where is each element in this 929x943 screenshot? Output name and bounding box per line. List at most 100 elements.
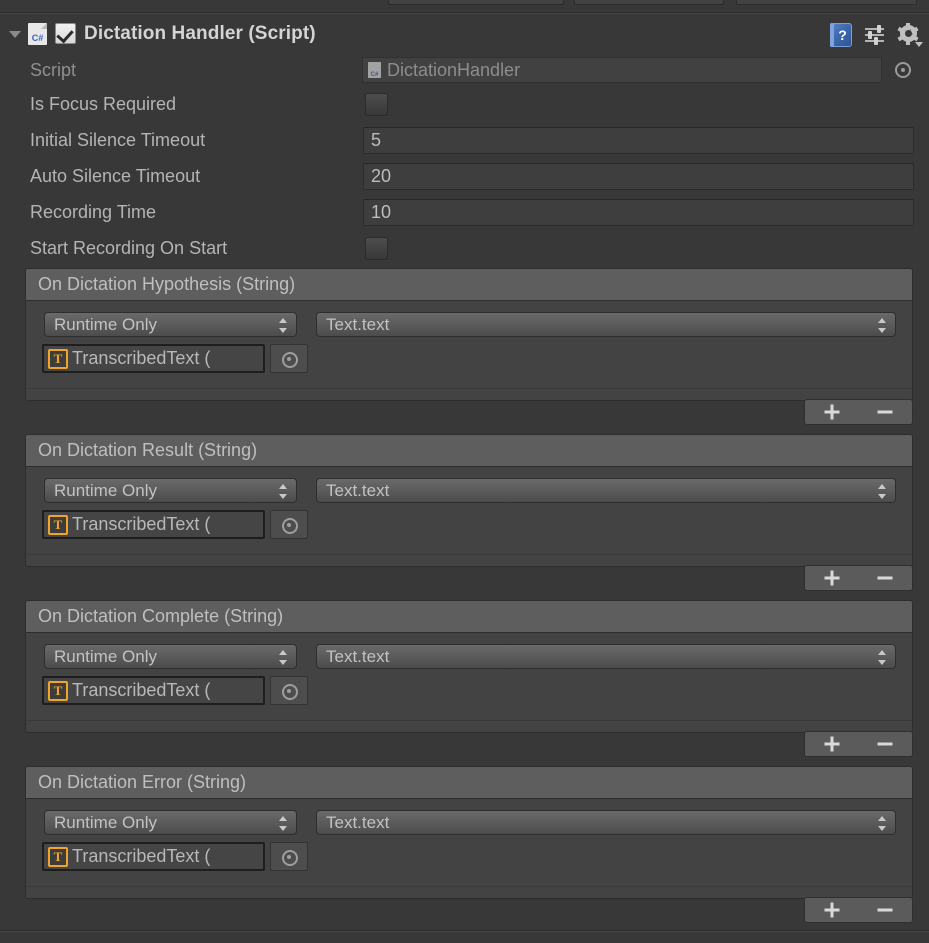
event-mode-label: Runtime Only <box>54 314 157 334</box>
event-target-picker-icon[interactable] <box>270 344 308 373</box>
chevron-updown-icon <box>279 815 288 832</box>
property-label-start-recording-on-start: Start Recording On Start <box>30 237 228 258</box>
remove-listener-button[interactable] <box>859 566 913 590</box>
event-mode-dropdown[interactable]: Runtime Only <box>44 478 297 503</box>
chevron-updown-icon <box>878 649 887 666</box>
event-body: Runtime Only Text.text T TranscribedText… <box>26 467 912 554</box>
event-block-on-dictation-hypothesis: On Dictation Hypothesis (String) Runtime… <box>25 268 913 401</box>
input-recording-time[interactable]: 10 <box>363 198 914 226</box>
event-target-object-field[interactable]: T TranscribedText ( <box>42 344 265 373</box>
help-icon[interactable]: ? <box>830 23 852 47</box>
property-row-is-focus-required: Is Focus Required <box>0 86 929 122</box>
cutoff-field-2 <box>574 0 724 5</box>
preset-knob-1 <box>877 25 881 33</box>
event-title: On Dictation Hypothesis (String) <box>26 269 912 301</box>
preset-line-1 <box>865 28 884 30</box>
text-component-icon: T <box>48 348 68 369</box>
add-listener-button[interactable] <box>805 400 859 424</box>
input-initial-silence-timeout[interactable]: 5 <box>363 126 914 154</box>
csharp-script-icon: C# <box>28 22 47 45</box>
event-addremove-bar-2 <box>804 565 913 591</box>
event-addremove-bar-1 <box>804 399 913 425</box>
event-body: Runtime Only Text.text T TranscribedText… <box>26 799 912 886</box>
chevron-updown-icon <box>279 317 288 334</box>
event-block-on-dictation-result: On Dictation Result (String) Runtime Onl… <box>25 434 913 567</box>
cutoff-field-1 <box>388 0 564 5</box>
gear-icon[interactable] <box>897 22 923 47</box>
event-body: Runtime Only Text.text T TranscribedText… <box>26 633 912 720</box>
text-component-icon: T <box>48 680 68 701</box>
event-function-label: Text.text <box>326 646 390 666</box>
remove-listener-button[interactable] <box>859 898 913 922</box>
event-target-object-field[interactable]: T TranscribedText ( <box>42 842 265 871</box>
preset-icon[interactable] <box>864 24 886 46</box>
component-title: Dictation Handler (Script) <box>84 22 316 44</box>
chevron-updown-icon <box>878 483 887 500</box>
cutoff-field-3 <box>736 0 917 5</box>
chevron-updown-icon <box>279 649 288 666</box>
event-target-picker-icon[interactable] <box>270 676 308 705</box>
remove-listener-button[interactable] <box>859 400 913 424</box>
event-body: Runtime Only Text.text T TranscribedText… <box>26 301 912 388</box>
property-label-is-focus-required: Is Focus Required <box>30 93 177 114</box>
script-object-field[interactable]: C# DictationHandler <box>362 57 882 83</box>
property-label-script: Script <box>30 59 77 80</box>
event-target-name: TranscribedText ( <box>72 514 211 534</box>
event-target-object-field[interactable]: T TranscribedText ( <box>42 676 265 705</box>
event-mode-dropdown[interactable]: Runtime Only <box>44 644 297 669</box>
previous-component-strip <box>0 0 929 12</box>
add-listener-button[interactable] <box>805 566 859 590</box>
property-row-script: Script C# DictationHandler <box>0 52 929 88</box>
event-function-label: Text.text <box>326 314 390 334</box>
event-addremove-bar-3 <box>804 731 913 757</box>
help-question-mark: ? <box>838 27 847 43</box>
event-footer <box>26 720 912 732</box>
csharp-mini-icon: C# <box>368 62 381 78</box>
event-footer <box>26 554 912 566</box>
event-mode-dropdown[interactable]: Runtime Only <box>44 312 297 337</box>
event-title: On Dictation Error (String) <box>26 767 912 799</box>
add-listener-button[interactable] <box>805 898 859 922</box>
checkbox-is-focus-required[interactable] <box>365 92 388 116</box>
event-mode-label: Runtime Only <box>54 480 157 500</box>
event-mode-label: Runtime Only <box>54 812 157 832</box>
event-target-object-field[interactable]: T TranscribedText ( <box>42 510 265 539</box>
event-target-name: TranscribedText ( <box>72 348 211 368</box>
event-target-name: TranscribedText ( <box>72 680 211 700</box>
chevron-updown-icon <box>878 317 887 334</box>
event-block-on-dictation-error: On Dictation Error (String) Runtime Only… <box>25 766 913 899</box>
event-title: On Dictation Result (String) <box>26 435 912 467</box>
chevron-updown-icon <box>878 815 887 832</box>
event-target-picker-icon[interactable] <box>270 510 308 539</box>
event-function-label: Text.text <box>326 480 390 500</box>
add-listener-button[interactable] <box>805 732 859 756</box>
event-function-label: Text.text <box>326 812 390 832</box>
text-component-icon: T <box>48 514 68 535</box>
property-row-recording-time: Recording Time 10 <box>0 194 929 230</box>
event-function-dropdown[interactable]: Text.text <box>316 478 896 503</box>
property-label-auto-silence-timeout: Auto Silence Timeout <box>30 165 201 186</box>
script-object-value: DictationHandler <box>387 59 521 80</box>
script-object-picker-icon[interactable] <box>895 62 911 78</box>
property-label-recording-time: Recording Time <box>30 201 157 222</box>
inspector-panel: C# Dictation Handler (Script) ? Script C… <box>0 0 929 943</box>
input-auto-silence-timeout[interactable]: 20 <box>363 162 914 190</box>
event-function-dropdown[interactable]: Text.text <box>316 810 896 835</box>
foldout-triangle-icon[interactable] <box>6 25 24 43</box>
checkbox-start-recording-on-start[interactable] <box>365 236 388 260</box>
remove-listener-button[interactable] <box>859 732 913 756</box>
property-row-start-recording-on-start: Start Recording On Start <box>0 230 929 266</box>
property-row-auto-silence-timeout: Auto Silence Timeout 20 <box>0 158 929 194</box>
text-component-icon: T <box>48 846 68 867</box>
event-function-dropdown[interactable]: Text.text <box>316 312 896 337</box>
preset-knob-3 <box>874 37 878 45</box>
event-target-picker-icon[interactable] <box>270 842 308 871</box>
event-block-on-dictation-complete: On Dictation Complete (String) Runtime O… <box>25 600 913 733</box>
preset-knob-2 <box>868 31 872 39</box>
gear-caret-icon <box>915 41 923 47</box>
event-mode-dropdown[interactable]: Runtime Only <box>44 810 297 835</box>
property-label-initial-silence-timeout: Initial Silence Timeout <box>30 129 206 150</box>
component-enable-checkbox[interactable] <box>55 23 76 44</box>
event-function-dropdown[interactable]: Text.text <box>316 644 896 669</box>
header-icon-group: ? <box>830 22 923 47</box>
